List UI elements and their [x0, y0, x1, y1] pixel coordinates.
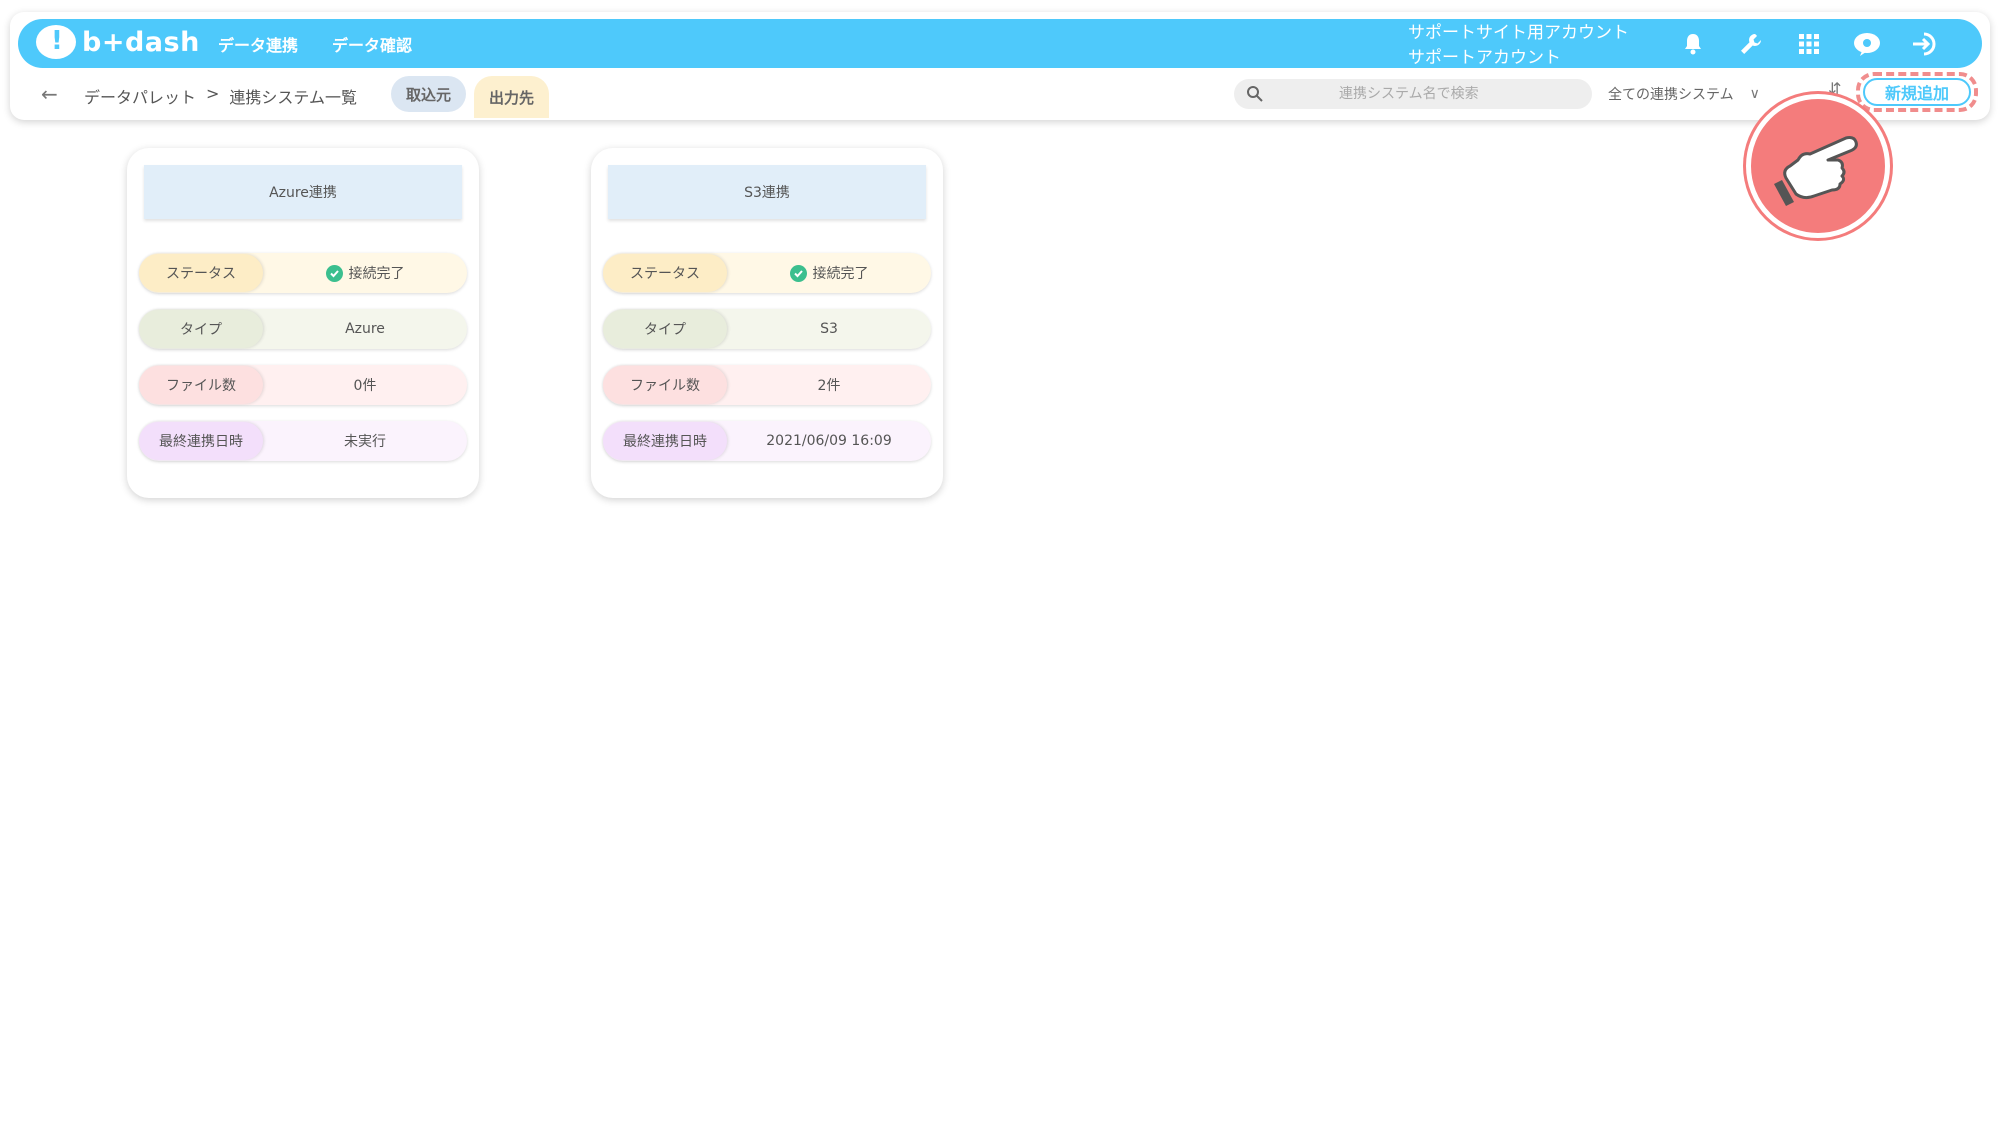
last-run-value: 未実行 — [344, 434, 386, 450]
last-run-value: 2021/06/09 16:09 — [766, 433, 892, 449]
files-row: ファイル数 0件 — [139, 365, 467, 405]
breadcrumb-separator: > — [206, 84, 220, 103]
logo-icon — [36, 25, 76, 59]
card-title: S3連携 — [608, 165, 926, 219]
card-title: Azure連携 — [144, 165, 462, 219]
files-label: ファイル数 — [139, 366, 263, 404]
logo[interactable]: b+dash — [36, 25, 200, 59]
breadcrumb-current: 連携システム一覧 — [229, 88, 357, 107]
pointing-hand-icon — [1746, 94, 1890, 238]
type-row: タイプ S3 — [603, 309, 931, 349]
last-run-row: 最終連携日時 未実行 — [139, 421, 467, 461]
type-value: Azure — [345, 321, 385, 337]
tab-destination[interactable]: 出力先 — [474, 76, 550, 118]
files-value: 0件 — [353, 378, 377, 394]
status-label: ステータス — [139, 254, 263, 292]
status-text: 接続完了 — [348, 266, 405, 282]
wrench-icon[interactable] — [1722, 25, 1780, 63]
system-card-s3[interactable]: S3連携 ステータス 接続完了 タイプ S3 ファイル数 2件 最終連携日時 2… — [591, 148, 943, 498]
tab-source[interactable]: 取込元 — [391, 76, 467, 112]
check-circle-icon — [325, 264, 343, 282]
chevron-down-icon: ∨ — [1749, 86, 1760, 102]
status-text: 接続完了 — [812, 266, 869, 282]
add-new-button[interactable]: 新規追加 — [1863, 78, 1971, 106]
account-info[interactable]: サポートサイト用アカウント サポートアカウント — [1408, 21, 1629, 71]
status-value: 接続完了 — [727, 263, 931, 283]
breadcrumb: データパレット > 連携システム一覧 — [84, 84, 357, 108]
last-run-row: 最終連携日時 2021/06/09 16:09 — [603, 421, 931, 461]
nav-data-link[interactable]: データ連携 — [218, 32, 298, 56]
header-icons — [1664, 25, 1954, 63]
files-label: ファイル数 — [603, 366, 727, 404]
status-row: ステータス 接続完了 — [603, 253, 931, 293]
status-value: 接続完了 — [263, 263, 467, 283]
account-name: サポートサイト用アカウント — [1408, 23, 1629, 43]
type-row: タイプ Azure — [139, 309, 467, 349]
search-box — [1234, 79, 1592, 109]
breadcrumb-root[interactable]: データパレット — [84, 84, 196, 108]
back-arrow-icon[interactable]: ← — [41, 82, 58, 106]
files-row: ファイル数 2件 — [603, 365, 931, 405]
status-label: ステータス — [603, 254, 727, 292]
bell-icon[interactable] — [1664, 25, 1722, 63]
logout-icon[interactable] — [1896, 25, 1954, 63]
search-input[interactable] — [1234, 79, 1592, 109]
type-value: S3 — [820, 321, 838, 337]
logo-text: b+dash — [82, 26, 200, 58]
account-user: サポートアカウント — [1408, 48, 1561, 68]
files-value: 2件 — [817, 378, 841, 394]
status-row: ステータス 接続完了 — [139, 253, 467, 293]
last-run-label: 最終連携日時 — [139, 422, 263, 460]
last-run-label: 最終連携日時 — [603, 422, 727, 460]
system-card-azure[interactable]: Azure連携 ステータス 接続完了 タイプ Azure ファイル数 0件 最終… — [127, 148, 479, 498]
nav-data-check[interactable]: データ確認 — [332, 32, 412, 56]
type-label: タイプ — [139, 310, 263, 348]
top-navbar: b+dash データ連携 データ確認 サポートサイト用アカウント サポートアカウ… — [18, 19, 1982, 68]
support-chat-icon[interactable] — [1838, 25, 1896, 63]
system-filter-value: 全ての連携システム — [1608, 87, 1734, 103]
sub-toolbar: ← データパレット > 連携システム一覧 取込元 出力先 全ての連携システム ∨… — [18, 72, 1982, 118]
type-label: タイプ — [603, 310, 727, 348]
search-icon — [1247, 86, 1263, 102]
main-nav: データ連携 データ確認 — [218, 32, 412, 56]
apps-grid-icon[interactable] — [1780, 25, 1838, 63]
check-circle-icon — [789, 264, 807, 282]
